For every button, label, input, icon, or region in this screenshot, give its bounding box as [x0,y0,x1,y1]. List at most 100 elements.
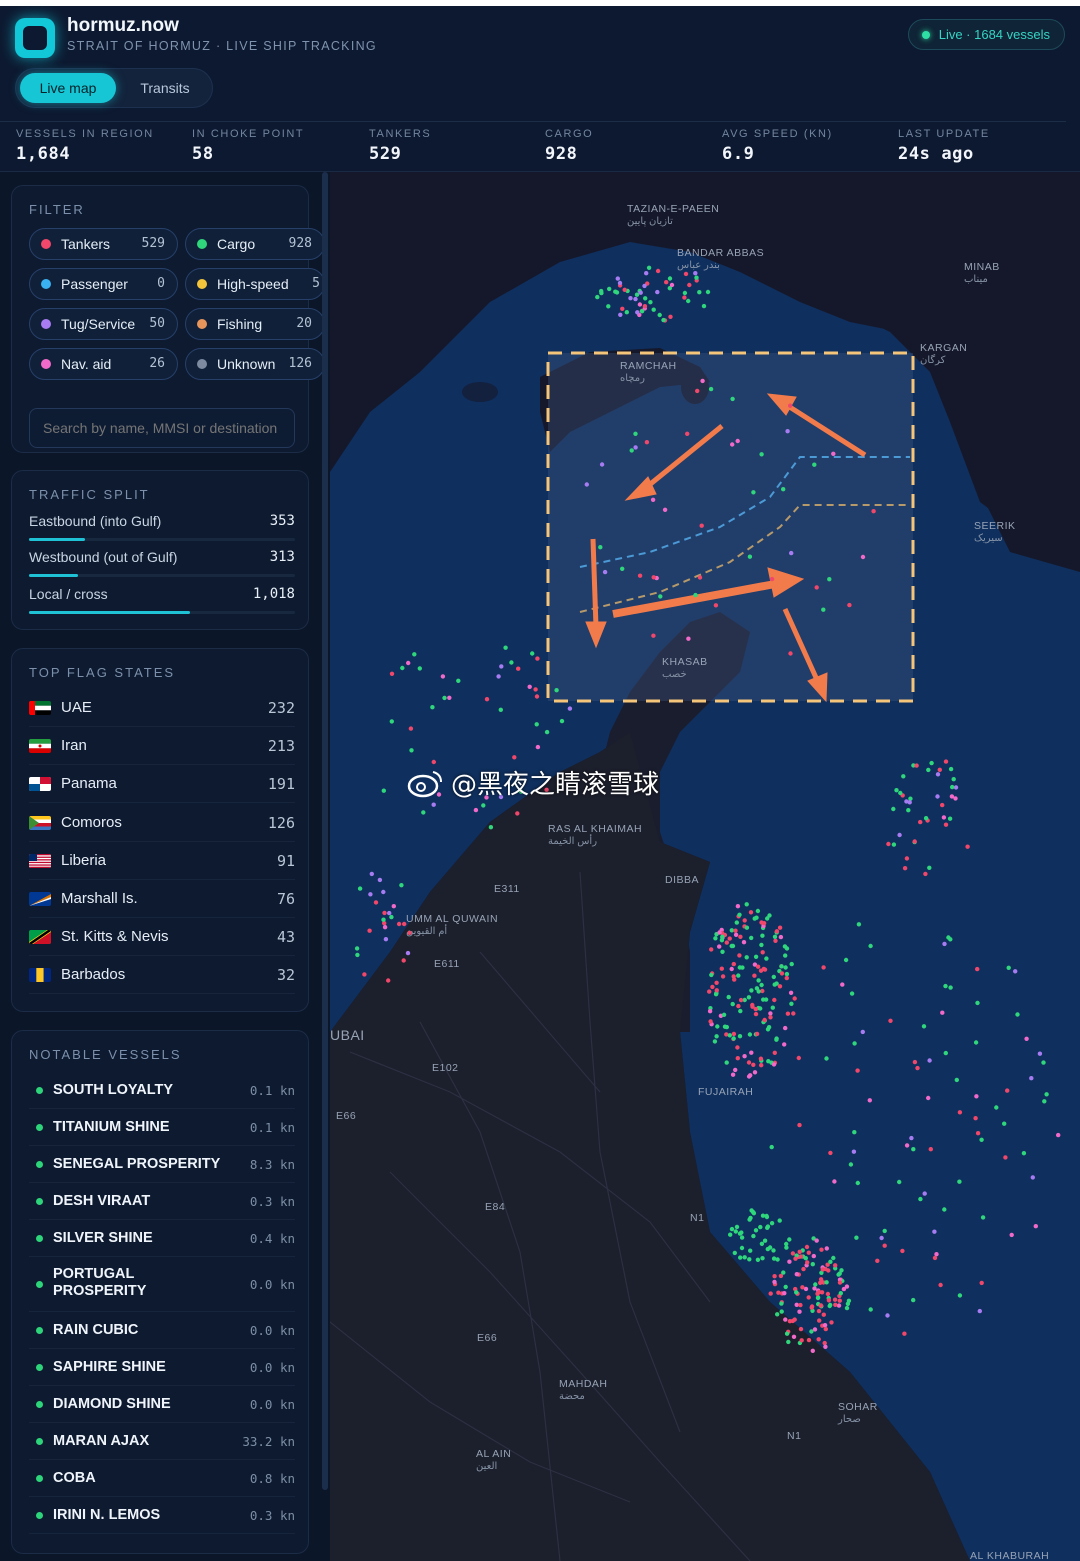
tab-live-map[interactable]: Live map [20,73,116,103]
vessel-marker [788,990,794,995]
filter-chip-cargo[interactable]: Cargo 928 [185,228,325,260]
vessel-row[interactable]: COBA 0.8 kn [29,1460,295,1497]
filter-chip-nav-aid[interactable]: Nav. aid 26 [29,348,178,380]
filter-chip-unknown[interactable]: Unknown 126 [185,348,325,380]
vessel-marker [909,1135,914,1141]
vessel-row[interactable]: SENEGAL PROSPERITY 8.3 kn [29,1146,295,1183]
flag-row-panama[interactable]: Panama 191 [29,765,295,804]
vessel-marker [824,1246,829,1251]
vessel-marker [786,1339,791,1345]
sidebar-scrollbar[interactable] [322,172,328,1490]
vessel-marker [687,282,692,288]
vessel-marker [738,934,743,939]
vessel-marker [796,1055,801,1061]
vessel-row[interactable]: DIAMOND SHINE 0.0 kn [29,1386,295,1423]
vessel-marker [730,1072,736,1077]
vessel-search-input[interactable] [29,408,295,448]
vessel-marker [975,966,980,972]
filter-chip-passenger[interactable]: Passenger 0 [29,268,178,300]
flag-row-stkitts[interactable]: St. Kitts & Nevis 43 [29,918,295,957]
vessel-marker [818,1303,823,1308]
filter-chip-fishing[interactable]: Fishing 20 [185,308,325,340]
vessel-marker [735,1045,740,1050]
map-view[interactable]: TAZIAN-E-PAEEN تازیان پایین BANDAR ABBAS… [330,172,1080,1561]
vessel-row[interactable]: MARAN AJAX 33.2 kn [29,1423,295,1460]
vessel-marker [774,1036,779,1041]
place-label: RAMCHAH [620,360,677,372]
vessel-marker [736,1003,741,1009]
vessel-marker [389,719,394,724]
vessel-row[interactable]: TITANIUM SHINE 0.1 kn [29,1109,295,1146]
vessel-marker [827,577,832,582]
vessel-marker [709,947,714,952]
vessel-row[interactable]: RAIN CUBIC 0.0 kn [29,1312,295,1349]
vessel-marker [387,910,392,916]
stat-vessels-in-region: VESSELS IN REGION 1,684 [16,128,154,164]
stat-label: VESSELS IN REGION [16,128,154,140]
vessel-status-dot-icon [36,1123,43,1131]
vessel-row[interactable]: SILVER SHINE 0.4 kn [29,1220,295,1257]
stat-label: CARGO [545,128,594,140]
vessel-marker [979,1137,984,1142]
vessel-row[interactable]: PORTUGAL PROSPERITY 0.0 kn [29,1257,295,1312]
flag-row-liberia[interactable]: Liberia 91 [29,842,295,880]
vessel-marker [950,784,955,790]
vessel-marker [852,1130,857,1135]
flag-row-uae[interactable]: UAE 232 [29,689,295,727]
vessel-marker [760,1256,765,1261]
vessel-marker [812,1286,817,1291]
vessel-marker [729,966,734,972]
vessel-marker [715,1024,720,1029]
vessel-marker [742,1255,747,1260]
vessel-marker [693,271,698,276]
filter-chip-high-speed[interactable]: High-speed 5 [185,268,325,300]
panama-flag-icon [29,777,51,792]
vessel-name: COBA [53,1470,96,1486]
vessel-marker [633,445,638,450]
vessel-marker [682,295,687,300]
vessel-marker [719,938,725,943]
vessel-status-dot-icon [36,1160,43,1168]
vessel-marker [727,1033,732,1038]
vessel-speed: 0.0 kn [249,1276,295,1292]
liberia-flag-icon [29,853,51,868]
vessel-row[interactable]: SAPHIRE SHINE 0.0 kn [29,1349,295,1386]
flag-row-barbados[interactable]: Barbados 32 [29,956,295,995]
flag-row-comoros[interactable]: Comoros 126 [29,804,295,842]
vessel-marker [927,865,932,870]
vessel-marker [940,802,945,808]
vessel-marker [554,688,559,693]
vessel-marker [789,961,794,967]
stat-cargo: CARGO 928 [545,128,593,164]
vessel-marker [810,1262,815,1267]
vessel-row[interactable]: SOUTH LOYALTY 0.1 kn [29,1072,295,1109]
filter-chip-tug-service[interactable]: Tug/Service 50 [29,308,178,340]
vessel-row[interactable]: IRINI N. LEMOS 0.3 kn [29,1497,295,1534]
vessel-name: SILVER SHINE [53,1230,153,1246]
uae-flag-icon [29,701,51,715]
flag-row-marshall[interactable]: Marshall Is. 76 [29,880,295,918]
traffic-bar-fill [29,538,85,541]
vessel-marker [651,575,656,580]
vessel-marker [697,290,702,295]
vessel-marker [759,1241,765,1247]
place-label: KHASAB [662,656,708,668]
vessel-marker [535,744,541,750]
vessel-marker [932,1229,937,1234]
chip-label: Unknown [217,356,276,372]
vessel-marker [816,1337,821,1342]
flag-row-iran[interactable]: Iran 213 [29,727,295,766]
vessel-marker [599,290,604,296]
vessel-marker [832,1297,838,1302]
vessel-marker [768,1291,773,1296]
vessel-marker [732,1250,737,1256]
vessel-row[interactable]: DESH VIRAAT 0.3 kn [29,1183,295,1220]
vessel-speed: 0.0 kn [249,1396,295,1412]
road-label: N1 [787,1430,802,1442]
chip-count: 529 [141,236,165,251]
vessel-marker [957,1179,962,1184]
tab-transits[interactable]: Transits [120,73,210,103]
vessel-marker [742,1054,747,1059]
place-label-local: خصب [662,669,687,680]
filter-chip-tankers[interactable]: Tankers 529 [29,228,178,260]
